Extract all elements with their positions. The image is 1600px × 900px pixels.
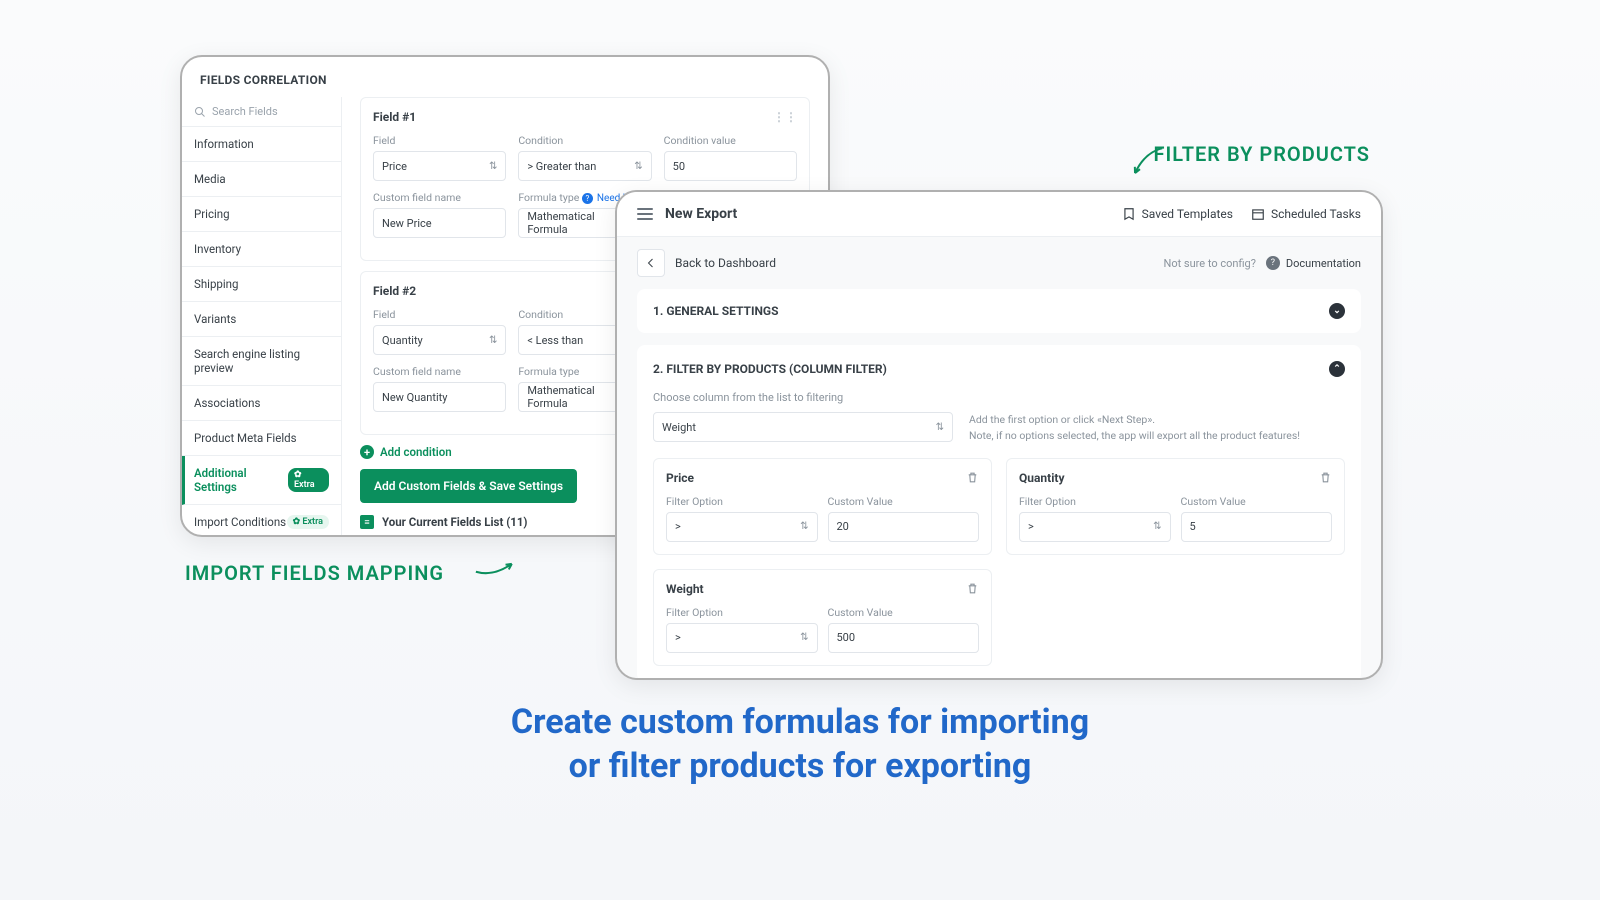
condition-value-input[interactable]: 50 xyxy=(664,151,797,181)
chevron-down-icon: ⌄ xyxy=(1329,303,1345,319)
help-icon: ? xyxy=(1266,256,1280,270)
filter-card-weight: Weight Filter Option>⇅ Custom Value500 xyxy=(653,569,992,666)
panel-title: FIELDS CORRELATION xyxy=(182,73,828,97)
arrow-icon xyxy=(1125,144,1171,180)
custom-name-input[interactable]: New Price xyxy=(373,208,506,238)
sidebar-item-variants[interactable]: Variants xyxy=(182,302,341,337)
saved-templates-link[interactable]: Saved Templates xyxy=(1122,207,1233,221)
new-export-panel: New Export Saved Templates Scheduled Tas… xyxy=(615,190,1383,680)
general-settings-accordion[interactable]: 1. GENERAL SETTINGS ⌄ xyxy=(637,289,1361,333)
section-title: 2. FILTER BY PRODUCTS (COLUMN FILTER) xyxy=(653,362,887,376)
trash-icon[interactable] xyxy=(1319,471,1332,484)
field-select[interactable]: Quantity⇅ xyxy=(373,325,506,355)
extra-badge: ✿ Extra xyxy=(287,515,329,529)
arrow-left-icon xyxy=(645,257,657,269)
custom-name-input[interactable]: New Quantity xyxy=(373,382,506,412)
sidebar-item-additional-settings[interactable]: Additional Settings✿ Extra xyxy=(182,456,341,505)
sidebar-item-media[interactable]: Media xyxy=(182,162,341,197)
field-select[interactable]: Price⇅ xyxy=(373,151,506,181)
filter-card-quantity: Quantity Filter Option>⇅ Custom Value5 xyxy=(1006,458,1345,555)
calendar-icon xyxy=(1251,207,1265,221)
callout-filter-products: FILTER BY PRODUCTS xyxy=(1153,142,1370,166)
extra-badge: ✿ Extra xyxy=(288,468,329,492)
back-button[interactable] xyxy=(637,249,665,277)
condition-select[interactable]: > Greater than⇅ xyxy=(518,151,651,181)
sidebar-item-shipping[interactable]: Shipping xyxy=(182,267,341,302)
list-icon: ≡ xyxy=(360,515,374,529)
filter-option-select[interactable]: >⇅ xyxy=(666,512,818,542)
export-topbar: New Export Saved Templates Scheduled Tas… xyxy=(617,192,1381,237)
sidebar-item-import-conditions[interactable]: Import Conditions✿ Extra xyxy=(182,505,341,537)
chevron-up-icon[interactable]: ⌃ xyxy=(1329,361,1345,377)
sidebar-item-search-engine-listing-preview[interactable]: Search engine listing preview xyxy=(182,337,341,386)
sidebar-item-information[interactable]: Information xyxy=(182,127,341,162)
trash-icon[interactable] xyxy=(966,582,979,595)
field-block-title: Field #2 xyxy=(373,284,416,298)
filter-products-section: 2. FILTER BY PRODUCTS (COLUMN FILTER) ⌃ … xyxy=(637,345,1361,680)
filter-card-price: Price Filter Option>⇅ Custom Value20 xyxy=(653,458,992,555)
plus-icon: + xyxy=(360,445,374,459)
trash-icon[interactable] xyxy=(966,471,979,484)
marketing-tagline: Create custom formulas for importing or … xyxy=(0,700,1600,788)
drag-handle-icon[interactable]: ⋮⋮ xyxy=(773,110,797,124)
sidebar-item-associations[interactable]: Associations xyxy=(182,386,341,421)
custom-value-input[interactable]: 5 xyxy=(1181,512,1333,542)
search-fields-input[interactable]: Search Fields xyxy=(182,97,341,127)
page-title: New Export xyxy=(665,206,737,222)
custom-value-input[interactable]: 500 xyxy=(828,623,980,653)
fields-sidebar: Search Fields InformationMediaPricingInv… xyxy=(182,97,342,537)
arrow-icon xyxy=(473,552,517,583)
custom-value-input[interactable]: 20 xyxy=(828,512,980,542)
menu-icon[interactable] xyxy=(637,208,653,220)
search-icon xyxy=(194,106,206,118)
documentation-link[interactable]: ?Documentation xyxy=(1266,256,1361,270)
bookmark-icon xyxy=(1122,207,1136,221)
filter-column-select[interactable]: Weight⇅ xyxy=(653,412,953,442)
save-settings-button[interactable]: Add Custom Fields & Save Settings xyxy=(360,469,577,503)
filter-option-select[interactable]: >⇅ xyxy=(666,623,818,653)
sidebar-item-product-meta-fields[interactable]: Product Meta Fields xyxy=(182,421,341,456)
filter-option-select[interactable]: >⇅ xyxy=(1019,512,1171,542)
callout-import-fields: IMPORT FIELDS MAPPING xyxy=(185,561,444,585)
back-label: Back to Dashboard xyxy=(675,256,776,270)
scheduled-tasks-link[interactable]: Scheduled Tasks xyxy=(1251,207,1361,221)
sidebar-item-inventory[interactable]: Inventory xyxy=(182,232,341,267)
sidebar-item-pricing[interactable]: Pricing xyxy=(182,197,341,232)
export-subbar: Back to Dashboard Not sure to config? ?D… xyxy=(617,237,1381,289)
filter-hint: Add the first option or click «Next Step… xyxy=(969,412,1300,444)
field-block-title: Field #1 xyxy=(373,110,416,124)
